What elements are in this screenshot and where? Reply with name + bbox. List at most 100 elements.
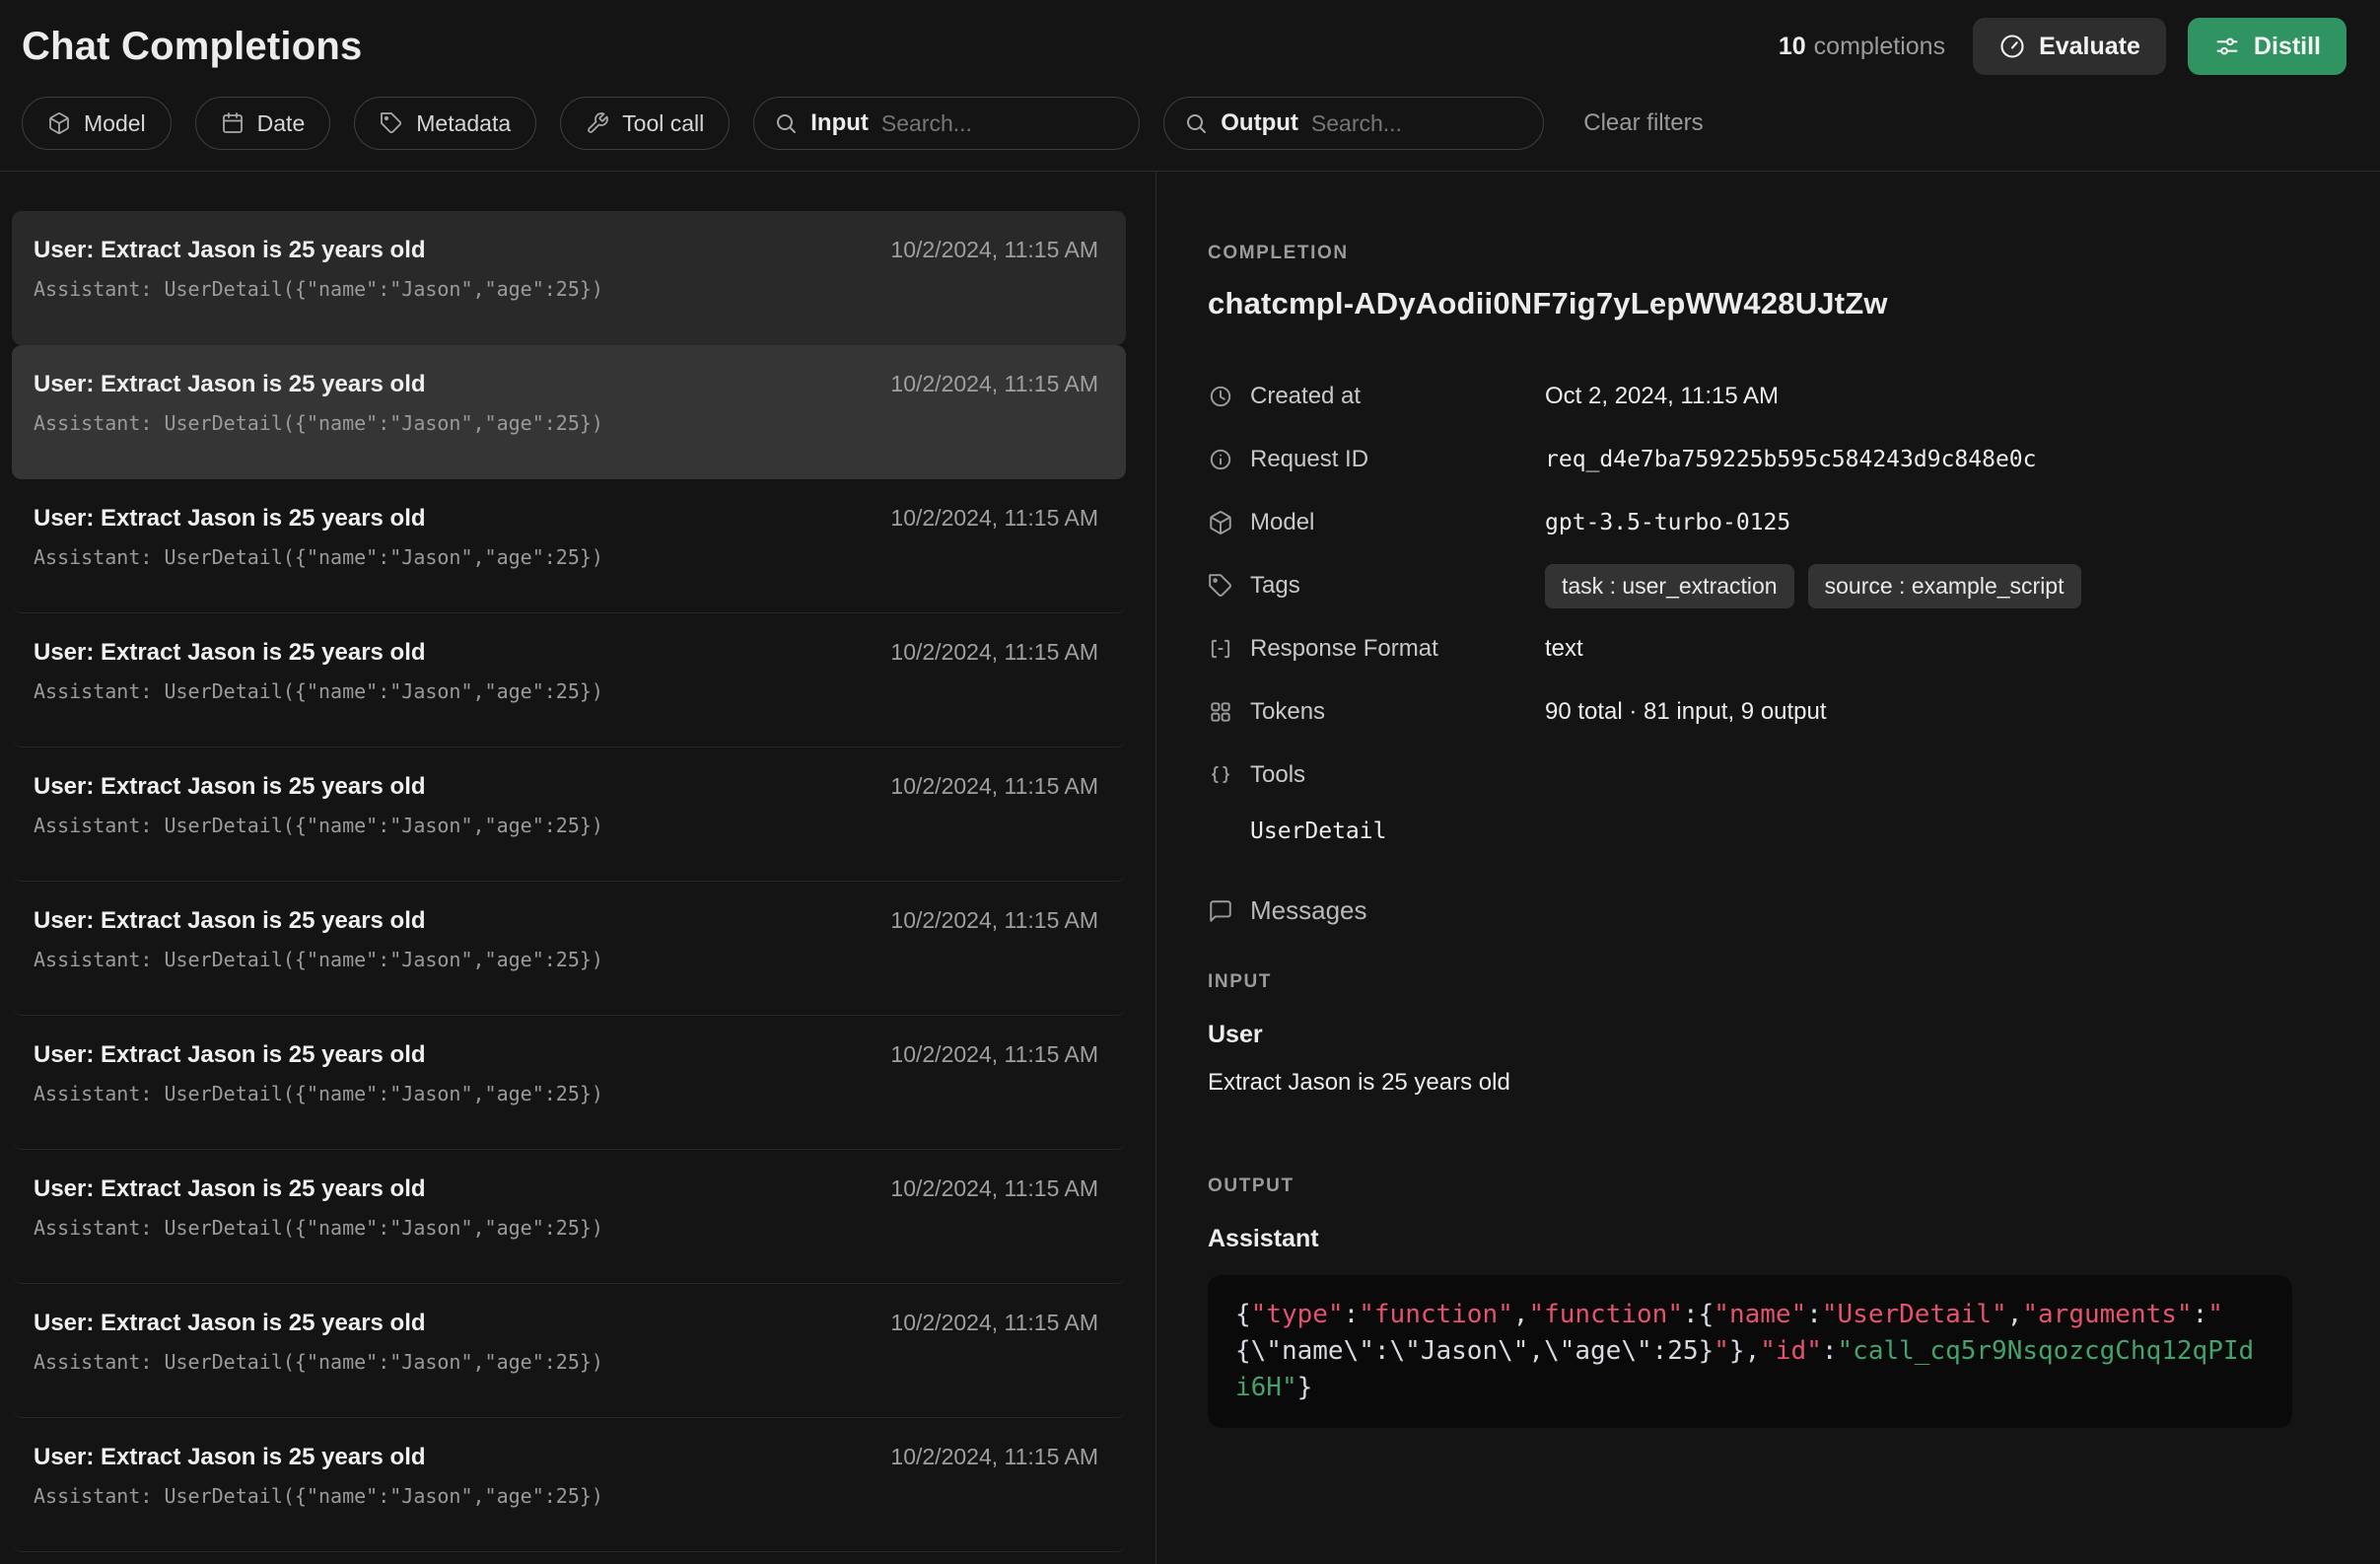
row-assistant-text: Assistant: UserDetail({"name":"Jason","a… [34, 1082, 1098, 1105]
output-search-label: Output [1221, 109, 1298, 137]
completion-properties: Created at Oct 2, 2024, 11:15 AM Request… [1208, 365, 2321, 807]
tool-call-filter-label: Tool call [622, 110, 704, 137]
tool-call-filter-button[interactable]: Tool call [560, 97, 730, 150]
output-section-label: OUTPUT [1208, 1175, 2321, 1197]
completion-list-item[interactable]: User: Extract Jason is 25 years old 10/2… [12, 747, 1126, 882]
code-block: {"type":"function","function":{"name":"U… [1208, 1275, 2292, 1428]
prop-tokens-value: 90 total · 81 input, 9 output [1545, 698, 1827, 726]
row-assistant-text: Assistant: UserDetail({"name":"Jason","a… [34, 277, 1098, 301]
output-message-role: Assistant [1208, 1225, 2321, 1253]
row-timestamp: 10/2/2024, 11:15 AM [890, 237, 1098, 263]
prop-tools: Tools [1208, 744, 2321, 807]
messages-section-header: Messages [1208, 895, 2321, 926]
grid-icon [1208, 699, 1233, 725]
input-search-label: Input [810, 109, 869, 137]
search-icon [774, 111, 798, 135]
evaluate-button-label: Evaluate [2039, 33, 2140, 61]
prop-response-format-label: Response Format [1250, 635, 1438, 663]
completions-count-label: completions [1814, 33, 1945, 60]
metadata-filter-button[interactable]: Metadata [354, 97, 536, 150]
completion-list-item[interactable]: User: Extract Jason is 25 years old 10/2… [12, 345, 1126, 479]
chat-bubble-icon [1208, 898, 1233, 924]
completion-section-label: COMPLETION [1208, 243, 2321, 264]
chat-completions-page: Chat Completions 10 completions Evaluate … [0, 0, 2380, 1564]
prop-created-at: Created at Oct 2, 2024, 11:15 AM [1208, 365, 2321, 428]
tools-value: UserDetail [1250, 818, 2321, 844]
row-user-text: User: Extract Jason is 25 years old [34, 1310, 426, 1337]
row-timestamp: 10/2/2024, 11:15 AM [890, 907, 1098, 934]
row-timestamp: 10/2/2024, 11:15 AM [890, 505, 1098, 532]
row-timestamp: 10/2/2024, 11:15 AM [890, 1310, 1098, 1336]
wrench-icon [586, 111, 609, 135]
prop-request-id: Request ID req_d4e7ba759225b595c584243d9… [1208, 428, 2321, 491]
row-timestamp: 10/2/2024, 11:15 AM [890, 1444, 1098, 1470]
input-message-role: User [1208, 1021, 2321, 1049]
completion-id: chatcmpl-ADyAodii0NF7ig7yLepWW428UJtZw [1208, 286, 2321, 321]
search-icon [1184, 111, 1208, 135]
cube-icon [1208, 510, 1233, 535]
completion-list-item[interactable]: User: Extract Jason is 25 years old 10/2… [12, 882, 1126, 1016]
distill-button-label: Distill [2254, 33, 2321, 61]
completion-list-item[interactable]: User: Extract Jason is 25 years old 10/2… [12, 211, 1126, 345]
input-message-text: Extract Jason is 25 years old [1208, 1069, 2321, 1097]
input-search[interactable]: Input [753, 97, 1140, 150]
row-timestamp: 10/2/2024, 11:15 AM [890, 371, 1098, 397]
row-assistant-text: Assistant: UserDetail({"name":"Jason","a… [34, 1350, 1098, 1374]
completion-list-item[interactable]: User: Extract Jason is 25 years old 10/2… [12, 479, 1126, 613]
clear-filters-link[interactable]: Clear filters [1583, 109, 1703, 137]
completion-list-item[interactable]: User: Extract Jason is 25 years old 10/2… [12, 1016, 1126, 1150]
prop-request-id-label: Request ID [1250, 446, 1368, 473]
row-assistant-text: Assistant: UserDetail({"name":"Jason","a… [34, 411, 1098, 435]
input-search-field[interactable] [881, 110, 1119, 137]
row-user-text: User: Extract Jason is 25 years old [34, 1444, 426, 1471]
messages-section-label: Messages [1250, 895, 1367, 926]
header-actions: 10 completions Evaluate Distill [1779, 18, 2346, 75]
prop-created-at-label: Created at [1250, 383, 1361, 410]
completion-list-item[interactable]: User: Extract Jason is 25 years old 10/2… [12, 1418, 1126, 1552]
prop-response-format: Response Format text [1208, 617, 2321, 680]
row-timestamp: 10/2/2024, 11:15 AM [890, 773, 1098, 800]
model-filter-button[interactable]: Model [22, 97, 172, 150]
row-assistant-text: Assistant: UserDetail({"name":"Jason","a… [34, 1484, 1098, 1508]
row-user-text: User: Extract Jason is 25 years old [34, 1175, 426, 1203]
evaluate-button[interactable]: Evaluate [1973, 18, 2166, 75]
topbar: Chat Completions 10 completions Evaluate … [0, 0, 2380, 172]
info-icon [1208, 447, 1233, 472]
tag-chips: task : user_extraction source : example_… [1545, 564, 2081, 608]
row-assistant-text: Assistant: UserDetail({"name":"Jason","a… [34, 545, 1098, 569]
row-user-text: User: Extract Jason is 25 years old [34, 907, 426, 935]
row-assistant-text: Assistant: UserDetail({"name":"Jason","a… [34, 948, 1098, 971]
output-search[interactable]: Output [1163, 97, 1544, 150]
row-user-text: User: Extract Jason is 25 years old [34, 1041, 426, 1069]
date-filter-button[interactable]: Date [195, 97, 331, 150]
date-filter-label: Date [257, 110, 306, 137]
output-message-group: OUTPUT Assistant {"type":"function","fun… [1208, 1175, 2321, 1428]
output-search-field[interactable] [1311, 110, 1523, 137]
cube-icon [47, 111, 71, 135]
main-content: User: Extract Jason is 25 years old 10/2… [0, 172, 2380, 1564]
completion-list-item[interactable]: User: Extract Jason is 25 years old 10/2… [12, 1150, 1126, 1284]
model-filter-label: Model [84, 110, 146, 137]
row-timestamp: 10/2/2024, 11:15 AM [890, 1175, 1098, 1202]
distill-button[interactable]: Distill [2188, 18, 2346, 75]
tag-chip: task : user_extraction [1545, 564, 1794, 608]
row-user-text: User: Extract Jason is 25 years old [34, 237, 426, 264]
prop-tools-label: Tools [1250, 761, 1305, 789]
brackets-icon [1208, 636, 1233, 662]
header-row: Chat Completions 10 completions Evaluate … [22, 18, 2346, 75]
clock-icon [1208, 384, 1233, 409]
page-title: Chat Completions [22, 25, 362, 69]
braces-icon [1208, 762, 1233, 788]
row-user-text: User: Extract Jason is 25 years old [34, 773, 426, 801]
row-timestamp: 10/2/2024, 11:15 AM [890, 1041, 1098, 1068]
prop-model: Model gpt-3.5-turbo-0125 [1208, 491, 2321, 554]
completion-list-item[interactable]: User: Extract Jason is 25 years old 10/2… [12, 1284, 1126, 1418]
prop-tokens: Tokens 90 total · 81 input, 9 output [1208, 680, 2321, 744]
row-user-text: User: Extract Jason is 25 years old [34, 371, 426, 398]
row-user-text: User: Extract Jason is 25 years old [34, 505, 426, 533]
completion-detail-panel: COMPLETION chatcmpl-ADyAodii0NF7ig7yLepW… [1156, 172, 2380, 1564]
prop-request-id-value: req_d4e7ba759225b595c584243d9c848e0c [1545, 447, 2037, 472]
prop-tags: Tags task : user_extraction source : exa… [1208, 554, 2321, 617]
completions-count-number: 10 [1779, 33, 1806, 60]
completion-list-item[interactable]: User: Extract Jason is 25 years old 10/2… [12, 613, 1126, 747]
